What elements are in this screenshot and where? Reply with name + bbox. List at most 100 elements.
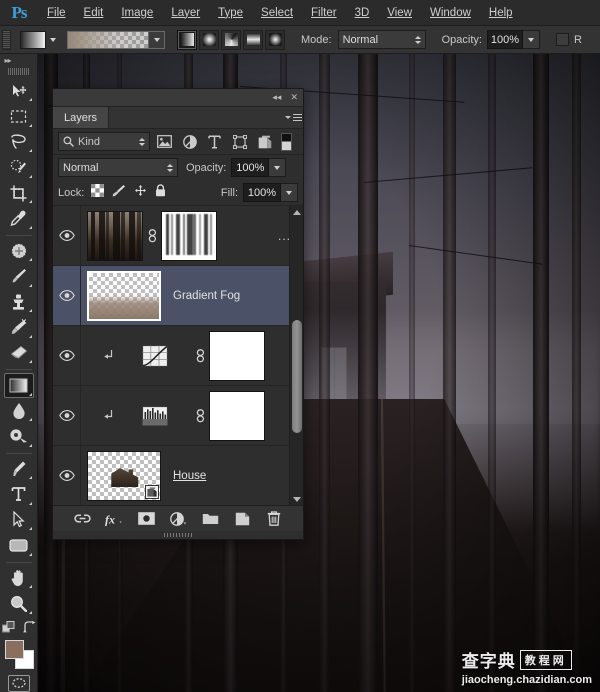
scrollbar-thumb[interactable]	[292, 319, 302, 433]
table-row[interactable]: Gradient Fog	[53, 266, 303, 326]
layer-visibility-toggle[interactable]	[53, 326, 81, 385]
lasso-tool[interactable]	[4, 130, 34, 155]
zoom-tool[interactable]	[4, 591, 34, 616]
filter-adjustment-layers-button[interactable]	[179, 132, 200, 151]
reflected-gradient-button[interactable]	[243, 29, 263, 50]
layer-list-scrollbar[interactable]	[289, 206, 303, 505]
rectangle-tool[interactable]	[4, 533, 34, 558]
layer-mask-thumbnail[interactable]	[161, 210, 217, 261]
filter-pixel-layers-button[interactable]	[154, 132, 175, 151]
color-swatches[interactable]	[4, 639, 34, 669]
layer-mask-thumbnail[interactable]	[209, 330, 265, 381]
table-row[interactable]	[53, 386, 303, 446]
layer-visibility-toggle[interactable]	[53, 446, 81, 505]
tool-preset-swatch[interactable]	[20, 30, 46, 49]
menu-select[interactable]: Select	[252, 0, 302, 26]
menu-help[interactable]: Help	[480, 0, 522, 26]
hand-tool[interactable]	[4, 566, 34, 591]
opacity-dropdown[interactable]	[522, 30, 540, 49]
tool-preset-dropdown[interactable]	[46, 31, 59, 49]
filter-type-layers-button[interactable]	[204, 132, 225, 151]
new-group-button[interactable]	[201, 510, 219, 528]
panel-drag-bar[interactable]: ◂◂ ✕	[53, 89, 303, 107]
gradient-picker-dropdown[interactable]	[149, 30, 165, 49]
dodge-tool[interactable]	[4, 424, 34, 449]
gradient-tool[interactable]	[3, 373, 34, 398]
foreground-color-swatch[interactable]	[4, 639, 24, 659]
panel-opacity-input[interactable]: 100%	[231, 158, 270, 177]
adjustment-layer-thumbnail[interactable]	[127, 331, 183, 381]
quick-selection-tool[interactable]	[4, 155, 34, 180]
menu-window[interactable]: Window	[421, 0, 480, 26]
toolbar-collapse-button[interactable]: ▸▸	[0, 54, 38, 67]
menu-layer[interactable]: Layer	[162, 0, 209, 26]
menu-edit[interactable]: Edit	[75, 0, 113, 26]
lock-image-pixels-button[interactable]	[112, 184, 126, 202]
layer-visibility-toggle[interactable]	[53, 266, 81, 325]
brush-tool[interactable]	[4, 264, 34, 289]
fill-input[interactable]: 100%	[243, 183, 281, 202]
options-bar-grip[interactable]	[2, 29, 11, 50]
history-brush-tool[interactable]	[4, 315, 34, 340]
pen-tool[interactable]	[4, 457, 34, 482]
default-colors-icon[interactable]	[1, 620, 17, 635]
radial-gradient-button[interactable]	[199, 29, 219, 50]
layer-thumbnail[interactable]	[87, 210, 143, 261]
fill-dropdown[interactable]	[281, 183, 298, 202]
swap-colors-icon[interactable]	[22, 621, 36, 634]
layer-thumbnail[interactable]	[87, 450, 161, 501]
toolbar-grip[interactable]	[7, 68, 30, 75]
layer-mask-link-icon[interactable]	[143, 228, 161, 243]
layer-mask-link-icon[interactable]	[191, 408, 209, 423]
scroll-up-button[interactable]	[290, 206, 303, 218]
delete-layer-button[interactable]	[265, 510, 283, 528]
panel-opacity-dropdown[interactable]	[269, 158, 287, 177]
layer-blend-mode-select[interactable]: Normal	[58, 158, 178, 177]
filter-enable-toggle[interactable]	[281, 132, 292, 151]
rectangular-marquee-tool[interactable]	[4, 104, 34, 129]
clone-stamp-tool[interactable]	[4, 290, 34, 315]
close-icon[interactable]: ✕	[290, 93, 298, 102]
adjustment-layer-thumbnail[interactable]	[127, 391, 183, 441]
blend-mode-select[interactable]: Normal	[337, 30, 426, 49]
angle-gradient-button[interactable]	[221, 29, 241, 50]
scrollbar-track[interactable]	[290, 218, 303, 493]
eyedropper-tool[interactable]	[4, 206, 34, 231]
lock-all-button[interactable]	[155, 183, 166, 202]
quick-mask-toggle[interactable]	[7, 674, 30, 692]
gradient-preview-swatch[interactable]	[67, 30, 149, 49]
filter-smart-objects-button[interactable]	[254, 132, 275, 151]
crop-tool[interactable]	[4, 181, 34, 206]
tab-layers[interactable]: Layers	[53, 107, 110, 128]
move-tool[interactable]	[4, 79, 34, 104]
spot-healing-brush-tool[interactable]	[4, 239, 34, 264]
opacity-input[interactable]: 100%	[486, 30, 523, 49]
add-layer-style-button[interactable]: fx	[105, 510, 123, 528]
new-adjustment-layer-button[interactable]	[169, 510, 187, 528]
layer-thumbnail[interactable]	[87, 270, 161, 321]
horizontal-type-tool[interactable]	[4, 482, 34, 507]
new-layer-button[interactable]	[233, 510, 251, 528]
panel-resize-handle[interactable]	[53, 531, 303, 539]
add-layer-mask-button[interactable]	[137, 510, 155, 528]
filter-shape-layers-button[interactable]	[229, 132, 250, 151]
panel-menu-button[interactable]	[283, 107, 303, 128]
layer-name-label[interactable]: Gradient Fog	[173, 290, 240, 302]
layer-mask-thumbnail[interactable]	[209, 390, 265, 441]
lock-transparent-pixels-button[interactable]	[91, 183, 105, 202]
layer-list[interactable]: ... Gradient Fog House	[53, 205, 303, 505]
menu-view[interactable]: View	[378, 0, 421, 26]
path-selection-tool[interactable]	[4, 508, 34, 533]
table-row[interactable]: ...	[53, 206, 303, 266]
reverse-checkbox[interactable]	[555, 33, 569, 46]
layer-name-label[interactable]: House	[173, 470, 206, 482]
diamond-gradient-button[interactable]	[265, 29, 285, 50]
menu-file[interactable]: File	[38, 0, 75, 26]
menu-image[interactable]: Image	[112, 0, 162, 26]
table-row[interactable]: House	[53, 446, 303, 505]
table-row[interactable]	[53, 326, 303, 386]
link-layers-button[interactable]	[73, 510, 91, 528]
layer-visibility-toggle[interactable]	[53, 386, 81, 445]
menu-type[interactable]: Type	[209, 0, 252, 26]
scroll-down-button[interactable]	[290, 493, 303, 505]
